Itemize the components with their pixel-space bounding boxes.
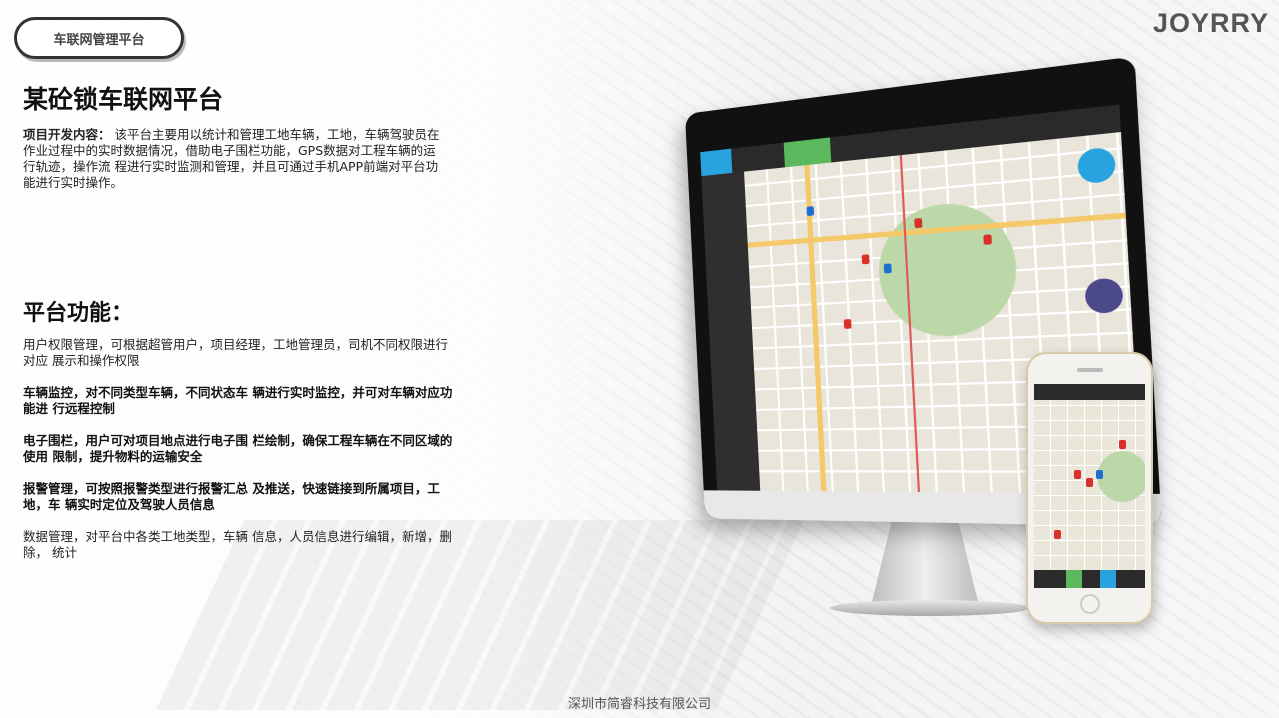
phone-home-button: [1080, 594, 1100, 614]
phone-screen: [1034, 384, 1145, 588]
vehicle-marker-icon: [1096, 470, 1103, 479]
vehicle-marker-icon: [844, 319, 852, 329]
phone-app-bar: [1034, 384, 1145, 400]
phone-bottom-nav: [1034, 570, 1145, 588]
vehicle-marker-icon: [1054, 530, 1061, 539]
vehicle-marker-icon: [862, 254, 870, 264]
feature-item-geofence: 电子围栏，用户可对项目地点进行电子围 栏绘制，确保工程车辆在不同区域的使用 限制…: [23, 433, 453, 465]
phone-nav-tab: [1066, 570, 1082, 588]
brand-logo: JOYRRY: [1153, 8, 1269, 39]
section-badge-label: 车联网管理平台: [53, 29, 144, 48]
section-badge: 车联网管理平台: [14, 17, 184, 59]
vehicle-marker-icon: [884, 263, 892, 273]
description-label: 项目开发内容：: [23, 127, 111, 142]
phone-mockup: [1026, 352, 1153, 624]
vehicle-marker-icon: [806, 206, 814, 216]
features-list: 用户权限管理，可根据超管用户，项目经理，工地管理员，司机不同权限进行对应 展示和…: [23, 337, 453, 577]
map-road: [748, 213, 1126, 248]
footer-company: 深圳市简睿科技有限公司: [0, 693, 1279, 712]
features-title: 平台功能：: [23, 295, 133, 327]
phone-nav-tab: [1100, 570, 1116, 588]
feature-item-monitoring: 车辆监控，对不同类型车辆，不同状态车 辆进行实时监控，并可对车辆对应功能进 行远…: [23, 385, 453, 417]
vehicle-marker-icon: [1086, 478, 1093, 487]
vehicle-marker-icon: [914, 218, 922, 228]
vehicle-marker-icon: [983, 234, 992, 245]
page-title: 某砼锁车联网平台: [23, 80, 223, 116]
project-description: 项目开发内容： 该平台主要用以统计和管理工地车辆，工地，车辆驾驶员在作业过程中的…: [23, 127, 443, 191]
feature-item-permissions: 用户权限管理，可根据超管用户，项目经理，工地管理员，司机不同权限进行对应 展示和…: [23, 337, 453, 369]
feature-item-alarm: 报警管理，可按照报警类型进行报警汇总 及推送，快速链接到所属项目，工地，车 辆实…: [23, 481, 453, 513]
phone-speaker: [1077, 368, 1103, 372]
map-metro-line: [900, 155, 920, 492]
map-logo-block: [700, 149, 732, 176]
feature-item-data: 数据管理，对平台中各类工地类型，车辆 信息，人员信息进行编辑，新增，删除， 统计: [23, 529, 453, 561]
vehicle-marker-icon: [1119, 440, 1126, 449]
monitor-stand-base: [830, 600, 1030, 616]
vehicle-marker-icon: [1074, 470, 1081, 479]
phone-map-view: [1034, 400, 1145, 570]
